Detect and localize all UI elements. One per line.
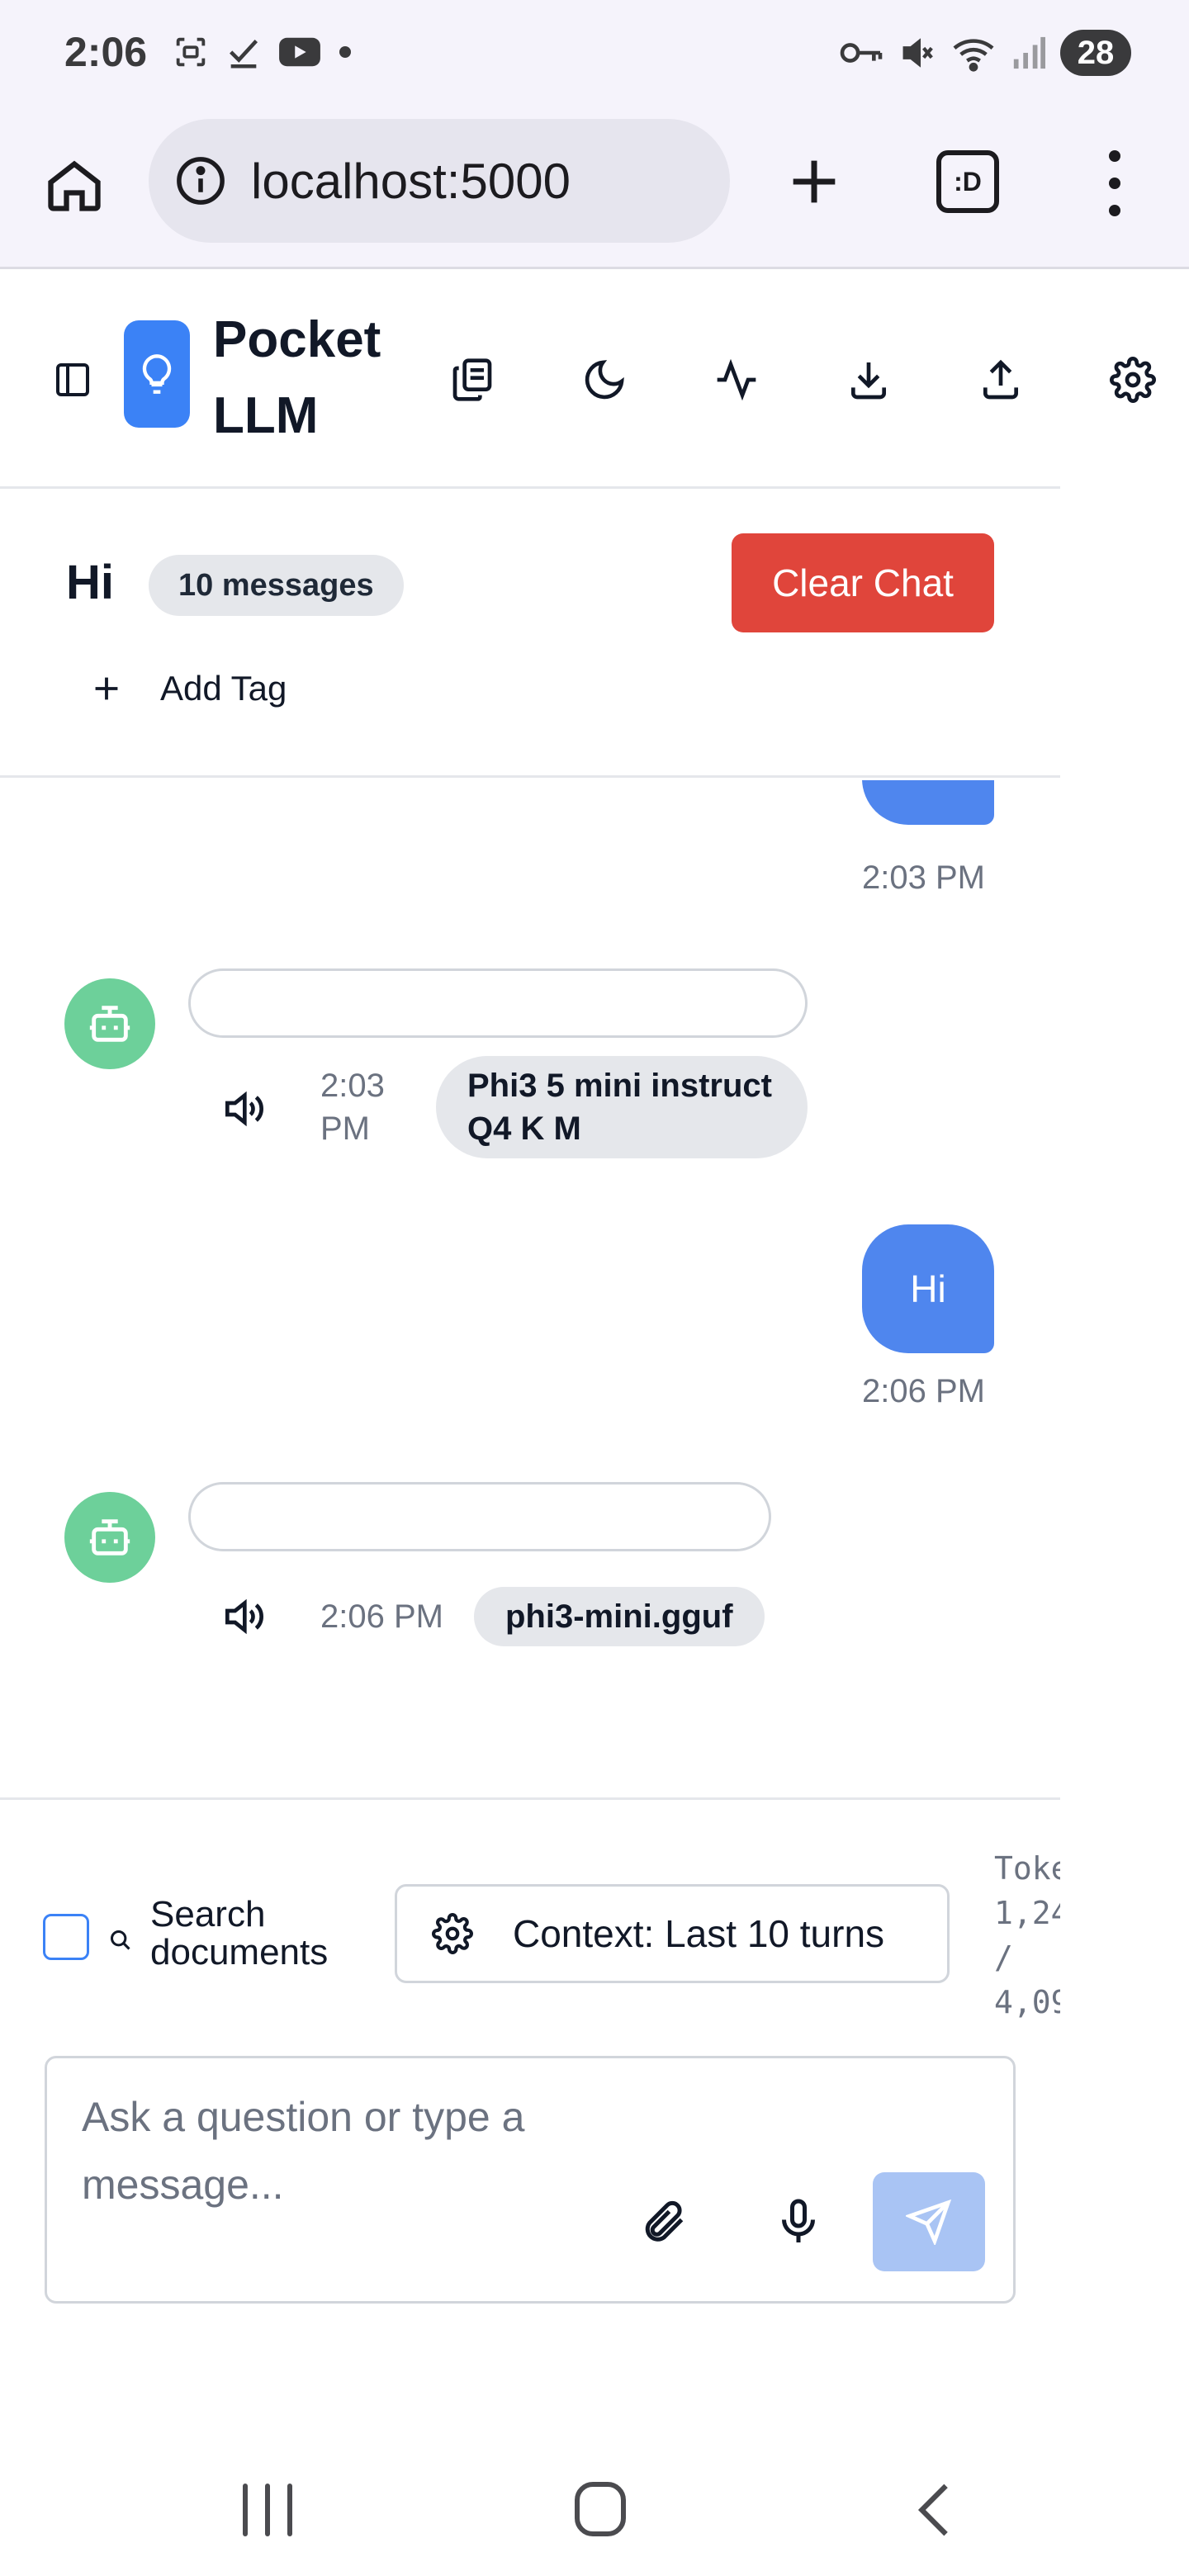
address-bar[interactable]: localhost:5000	[149, 119, 730, 243]
tab-switcher-button[interactable]: :D	[936, 150, 999, 213]
recents-bar-icon	[265, 2484, 270, 2536]
back-chevron-icon	[917, 2484, 948, 2536]
status-left-icons	[172, 33, 353, 71]
status-bar: 2:06 28	[0, 0, 1189, 107]
send-icon	[906, 2199, 952, 2245]
theme-toggle-button[interactable]	[581, 357, 628, 403]
bot-avatar	[64, 978, 155, 1069]
app-logo	[124, 320, 190, 428]
signal-icon	[1013, 36, 1045, 69]
moon-icon	[585, 360, 624, 400]
voice-input-button[interactable]	[774, 2197, 823, 2247]
system-navigation-bar	[0, 2444, 1189, 2576]
browser-toolbar: localhost:5000 :D	[0, 107, 1189, 269]
token-counter: Tokens 1,24 / 4,09	[994, 1846, 1060, 2024]
recents-bar-icon	[287, 2484, 292, 2536]
plus-icon	[95, 677, 118, 700]
new-tab-button[interactable]	[783, 150, 846, 213]
menu-dot-icon	[1109, 150, 1120, 162]
token-counter-line: 4,09	[994, 1984, 1060, 2020]
system-back-button[interactable]	[913, 2482, 955, 2538]
speaker-icon	[225, 1091, 263, 1127]
status-time: 2:06	[64, 29, 148, 75]
browser-menu-button[interactable]	[1098, 150, 1131, 216]
download-icon	[851, 362, 886, 400]
user-message-bubble: Hi	[862, 1224, 994, 1353]
speak-message-button[interactable]	[220, 1593, 266, 1640]
settings-button[interactable]	[1110, 357, 1156, 403]
user-message-bubble: Hi	[862, 780, 994, 825]
assistant-message-bubble	[188, 1482, 771, 1551]
settings-icon	[1110, 357, 1156, 403]
token-counter-line: /	[994, 1939, 1013, 1976]
message-timestamp: 2:06 PM	[862, 1373, 985, 1409]
upload-button[interactable]	[978, 357, 1024, 403]
composer-area: Search documents Context: Last 10 turns …	[0, 1797, 1060, 2326]
add-tag-label: Add Tag	[160, 669, 287, 708]
search-icon	[110, 1930, 130, 1950]
token-counter-line: 1,24	[994, 1895, 1060, 1931]
app-title: Pocket LLM	[213, 311, 381, 444]
download-button[interactable]	[846, 357, 892, 403]
search-documents-label: Search documents	[150, 1894, 329, 1972]
assistant-message-bubble	[188, 968, 808, 1038]
recents-bar-icon	[243, 2484, 248, 2536]
message-timestamp: 2:03 PM	[862, 859, 985, 896]
chat-header: Hi 10 messages Clear Chat Add Tag	[0, 489, 1060, 778]
send-button[interactable]	[873, 2172, 985, 2271]
home-icon	[48, 160, 101, 211]
settings-icon	[432, 1913, 473, 1954]
attach-file-button[interactable]	[638, 2197, 688, 2247]
copy-icon	[452, 358, 492, 401]
context-settings-button[interactable]: Context: Last 10 turns	[395, 1884, 950, 1983]
message-timestamp: 2:03 PM	[320, 1068, 385, 1147]
browser-home-button[interactable]	[43, 154, 106, 216]
dot-icon	[339, 46, 351, 58]
paperclip-icon	[645, 2200, 684, 2242]
recents-button[interactable]	[243, 2484, 292, 2536]
bot-icon	[89, 1519, 130, 1556]
activity-button[interactable]	[713, 357, 760, 403]
app-header: Pocket LLM	[0, 269, 1156, 489]
message-input[interactable]: Ask a question or type a message...	[45, 2056, 1016, 2304]
sidebar-toggle-button[interactable]	[53, 360, 92, 400]
wifi-icon	[953, 39, 994, 72]
bot-avatar	[64, 1492, 155, 1583]
screenshot-icon	[176, 37, 206, 67]
site-info-icon[interactable]	[173, 154, 228, 208]
activity-icon	[717, 358, 756, 401]
chat-title: Hi	[66, 556, 114, 609]
model-badge: phi3-mini.gguf	[474, 1587, 765, 1646]
copy-button[interactable]	[449, 357, 495, 403]
speaker-icon	[225, 1598, 263, 1635]
context-label: Context: Last 10 turns	[513, 1912, 885, 1955]
message-timestamp: 2:06 PM	[320, 1598, 443, 1635]
message-input-placeholder: Ask a question or type a message...	[82, 2094, 525, 2208]
speak-message-button[interactable]	[220, 1086, 266, 1132]
search-documents-checkbox[interactable]	[43, 1914, 89, 1960]
battery-badge: 28	[1060, 30, 1131, 76]
chat-messages: Hi 2:03 PM 2:03 PM Phi3 5 mini instruct …	[0, 780, 1060, 1797]
add-tag-button[interactable]: Add Tag	[88, 669, 287, 708]
bot-icon	[89, 1006, 130, 1042]
token-counter-line: Tokens	[994, 1850, 1060, 1887]
clear-chat-button[interactable]: Clear Chat	[732, 533, 994, 632]
system-home-button[interactable]	[575, 2482, 626, 2536]
message-count-badge: 10 messages	[149, 555, 404, 616]
mute-icon	[902, 38, 933, 68]
menu-dot-icon	[1109, 178, 1120, 189]
key-icon	[840, 43, 883, 63]
lightbulb-icon	[142, 354, 172, 394]
menu-dot-icon	[1109, 205, 1120, 216]
microphone-icon	[782, 2199, 815, 2242]
sidebar-icon	[56, 363, 89, 396]
model-badge: Phi3 5 mini instruct Q4 K M	[436, 1056, 808, 1158]
check-icon	[230, 40, 258, 69]
url-text: localhost:5000	[251, 153, 571, 209]
upload-icon	[983, 359, 1018, 400]
status-right-icons: 28	[839, 30, 1131, 76]
plus-icon	[793, 160, 836, 203]
youtube-icon	[279, 37, 320, 67]
